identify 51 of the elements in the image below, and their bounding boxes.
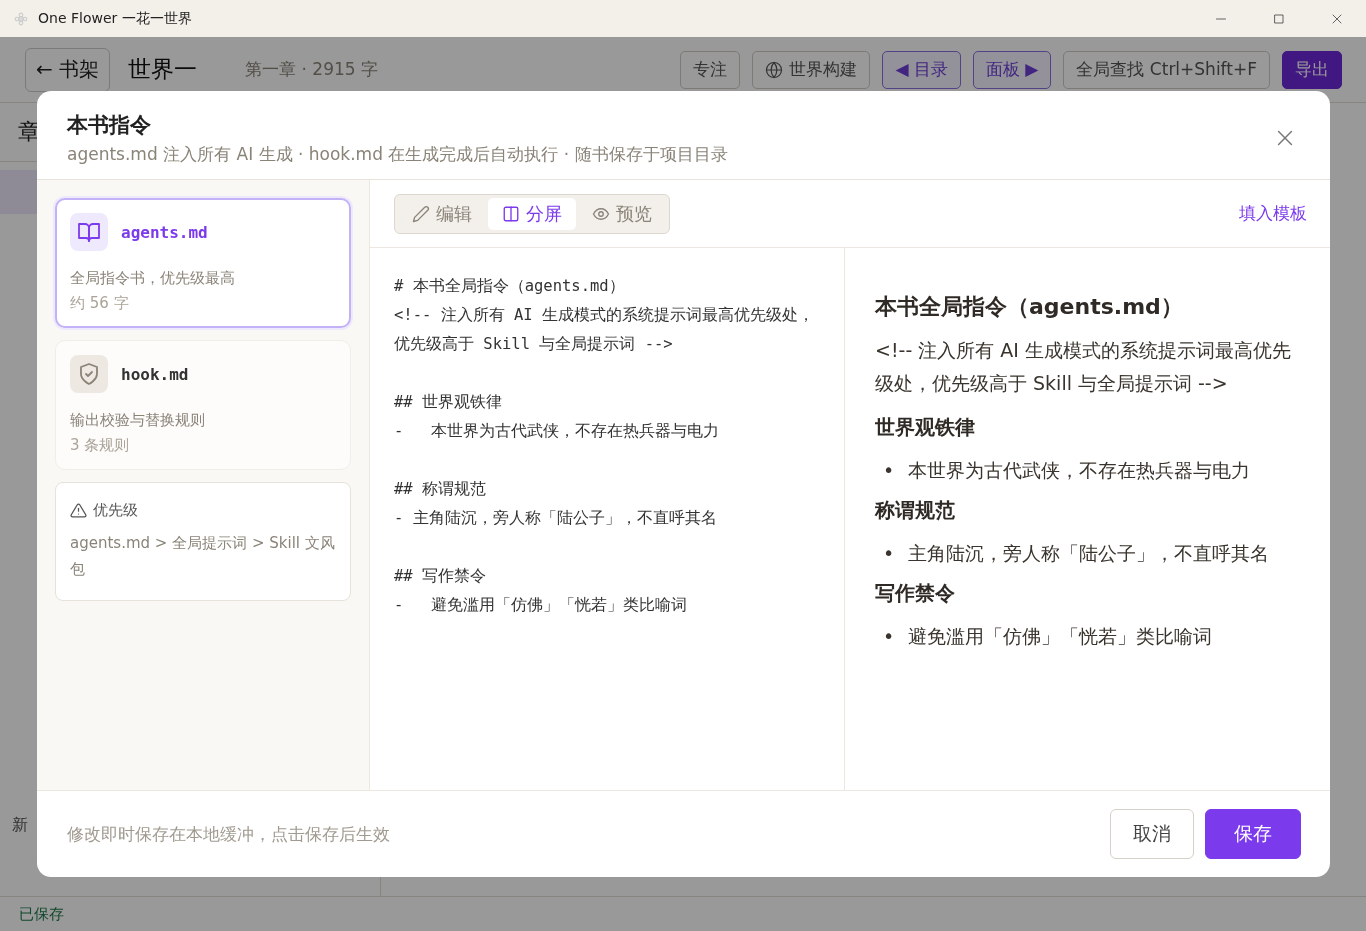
export-button[interactable]: 导出 — [1282, 50, 1342, 89]
back-button[interactable]: ← 书架 — [25, 47, 111, 92]
preview-subheading: 称谓规范 — [875, 497, 956, 524]
window-title: One Flower 一花一世界 — [38, 9, 193, 28]
note-title: 优先级 — [93, 501, 138, 520]
maximize-icon — [1273, 12, 1285, 25]
bullet-marker: • — [883, 458, 895, 483]
toolbar-button[interactable]: 全局查找 Ctrl+Shift+F — [1063, 50, 1270, 89]
file-description: 全局指令书，优先级最高 — [70, 269, 236, 288]
toolbar-button[interactable]: 专注 — [680, 50, 741, 89]
file-card[interactable]: agents.md 全局指令书，优先级最高 约 56 字 — [55, 198, 351, 328]
pencil-icon — [412, 204, 430, 223]
preview-paragraph: <!-- 注入所有 AI 生成模式的系统提示词最高优先级处，优先级高于 Skill 与全局提示词 --> — [875, 338, 1292, 396]
list-item-text: 避免滥用「仿佛」「恍若」类比喻词 — [908, 624, 1213, 649]
new-chapter-label: 新 — [12, 815, 28, 836]
toolbar-button[interactable]: ◀ 目录 — [882, 50, 961, 89]
preview-heading: 本书全局指令（agents.md） — [875, 293, 1184, 321]
file-card[interactable]: hook.md 输出校验与替换规则 3 条规则 — [55, 340, 351, 470]
save-button[interactable]: 保存 — [1205, 809, 1301, 859]
bullet-marker: • — [883, 624, 895, 649]
columns-icon — [502, 204, 520, 223]
view-tab[interactable]: 编辑 — [398, 197, 486, 230]
fill-template-link[interactable]: 填入模板 — [1239, 202, 1307, 225]
book-icon — [77, 220, 101, 244]
view-tab[interactable]: 预览 — [578, 197, 666, 230]
bullet-marker: • — [883, 541, 895, 566]
warning-icon — [70, 502, 87, 519]
footer-note: 修改即时保存在本地缓冲，点击保存后生效 — [67, 822, 391, 846]
flower-icon — [14, 11, 28, 26]
chapter-info: 第一章 · 2915 字 — [245, 58, 379, 81]
globe-icon — [765, 60, 784, 79]
note-text: agents.md > 全局提示词 > Skill 文风包 — [70, 533, 336, 580]
toolbar-button[interactable]: 世界构建 — [752, 50, 871, 89]
save-status: 已保存 — [19, 904, 64, 924]
file-name: agents.md — [121, 222, 208, 242]
cancel-button[interactable]: 取消 — [1110, 809, 1194, 859]
file-description: 输出校验与替换规则 — [70, 411, 206, 430]
file-name: hook.md — [121, 364, 189, 384]
preview-subheading: 写作禁令 — [875, 580, 956, 607]
book-title: 世界一 — [128, 55, 198, 84]
close-icon — [1331, 12, 1343, 25]
list-item-text: 本世界为古代武侠，不存在热兵器与电力 — [908, 458, 1251, 483]
shield-check-icon — [77, 362, 101, 386]
list-item-text: 主角陆沉，旁人称「陆公子」，不直呼其名 — [908, 541, 1270, 566]
preview-subheading: 世界观铁律 — [875, 414, 976, 441]
toolbar-button[interactable]: 面板 ▶ — [972, 50, 1052, 89]
view-tab[interactable]: 分屏 — [488, 197, 576, 230]
markdown-editor[interactable]: # 本书全局指令（agents.md） <!-- 注入所有 AI 生成模式的系统提示词最高优先级处，优先级高于 Skill 与全局提示词 --> ## 世界观铁律 - 本世界为古代武侠，不存在热兵器与电力 ## 称谓规范 - 主角陆沉，旁人称「陆公子」，不直呼其名 ## 写作禁令 - 避免滥用「仿佛」「恍若」类比喻词 — [370, 248, 845, 790]
file-meta: 约 56 字 — [70, 294, 130, 313]
dialog-title: 本书指令 — [67, 112, 152, 139]
file-meta: 3 条规则 — [70, 436, 131, 455]
